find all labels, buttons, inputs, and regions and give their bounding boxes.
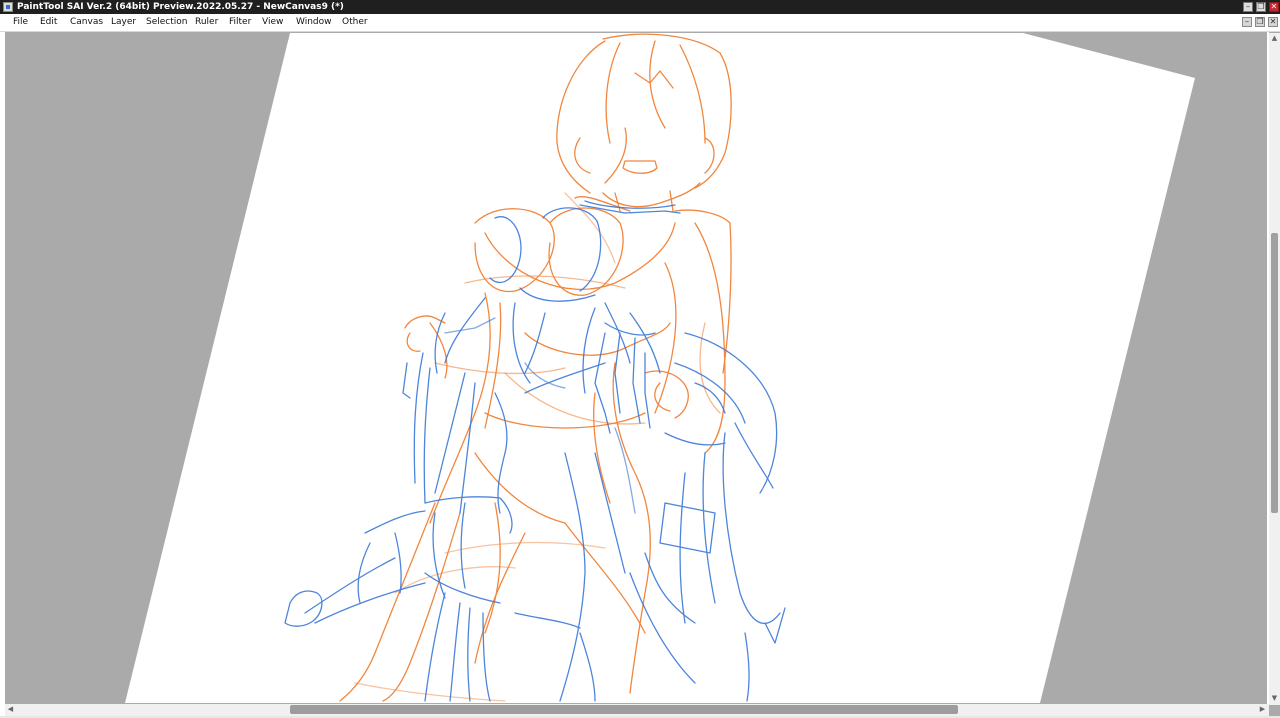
- canvas-workspace[interactable]: [5, 33, 1267, 703]
- minimize-button[interactable]: –: [1243, 2, 1253, 12]
- menu-selection[interactable]: Selection: [146, 14, 187, 31]
- doc-close-button[interactable]: ✕: [1268, 17, 1278, 27]
- title-bar: PaintTool SAI Ver.2 (64bit) Preview.2022…: [0, 0, 1280, 14]
- horizontal-scrollbar[interactable]: ◀ ▶: [5, 704, 1269, 716]
- menu-edit[interactable]: Edit: [40, 14, 57, 31]
- scroll-down-icon[interactable]: ▼: [1269, 693, 1280, 704]
- menu-bar: File Edit Canvas Layer Selection Ruler F…: [0, 14, 1280, 32]
- vertical-scroll-thumb[interactable]: [1271, 233, 1278, 513]
- restore-button[interactable]: ❐: [1256, 2, 1266, 12]
- vertical-scrollbar[interactable]: ▲ ▼: [1269, 33, 1280, 705]
- horizontal-scroll-thumb[interactable]: [290, 705, 958, 714]
- canvas-view[interactable]: [5, 33, 1267, 703]
- menu-filter[interactable]: Filter: [229, 14, 251, 31]
- close-button[interactable]: ✕: [1269, 2, 1279, 12]
- menu-other[interactable]: Other: [342, 14, 368, 31]
- app-icon: [3, 2, 13, 12]
- scroll-left-icon[interactable]: ◀: [5, 704, 16, 715]
- menu-window[interactable]: Window: [296, 14, 332, 31]
- canvas-paper: [125, 33, 1195, 703]
- doc-minimize-button[interactable]: –: [1242, 17, 1252, 27]
- scroll-right-icon[interactable]: ▶: [1257, 704, 1268, 715]
- menu-layer[interactable]: Layer: [111, 14, 136, 31]
- menu-file[interactable]: File: [13, 14, 28, 31]
- doc-restore-button[interactable]: ❐: [1255, 17, 1265, 27]
- menu-canvas[interactable]: Canvas: [70, 14, 103, 31]
- window-title: PaintTool SAI Ver.2 (64bit) Preview.2022…: [17, 2, 344, 12]
- scroll-up-icon[interactable]: ▲: [1269, 33, 1280, 44]
- menu-view[interactable]: View: [262, 14, 283, 31]
- menu-ruler[interactable]: Ruler: [195, 14, 218, 31]
